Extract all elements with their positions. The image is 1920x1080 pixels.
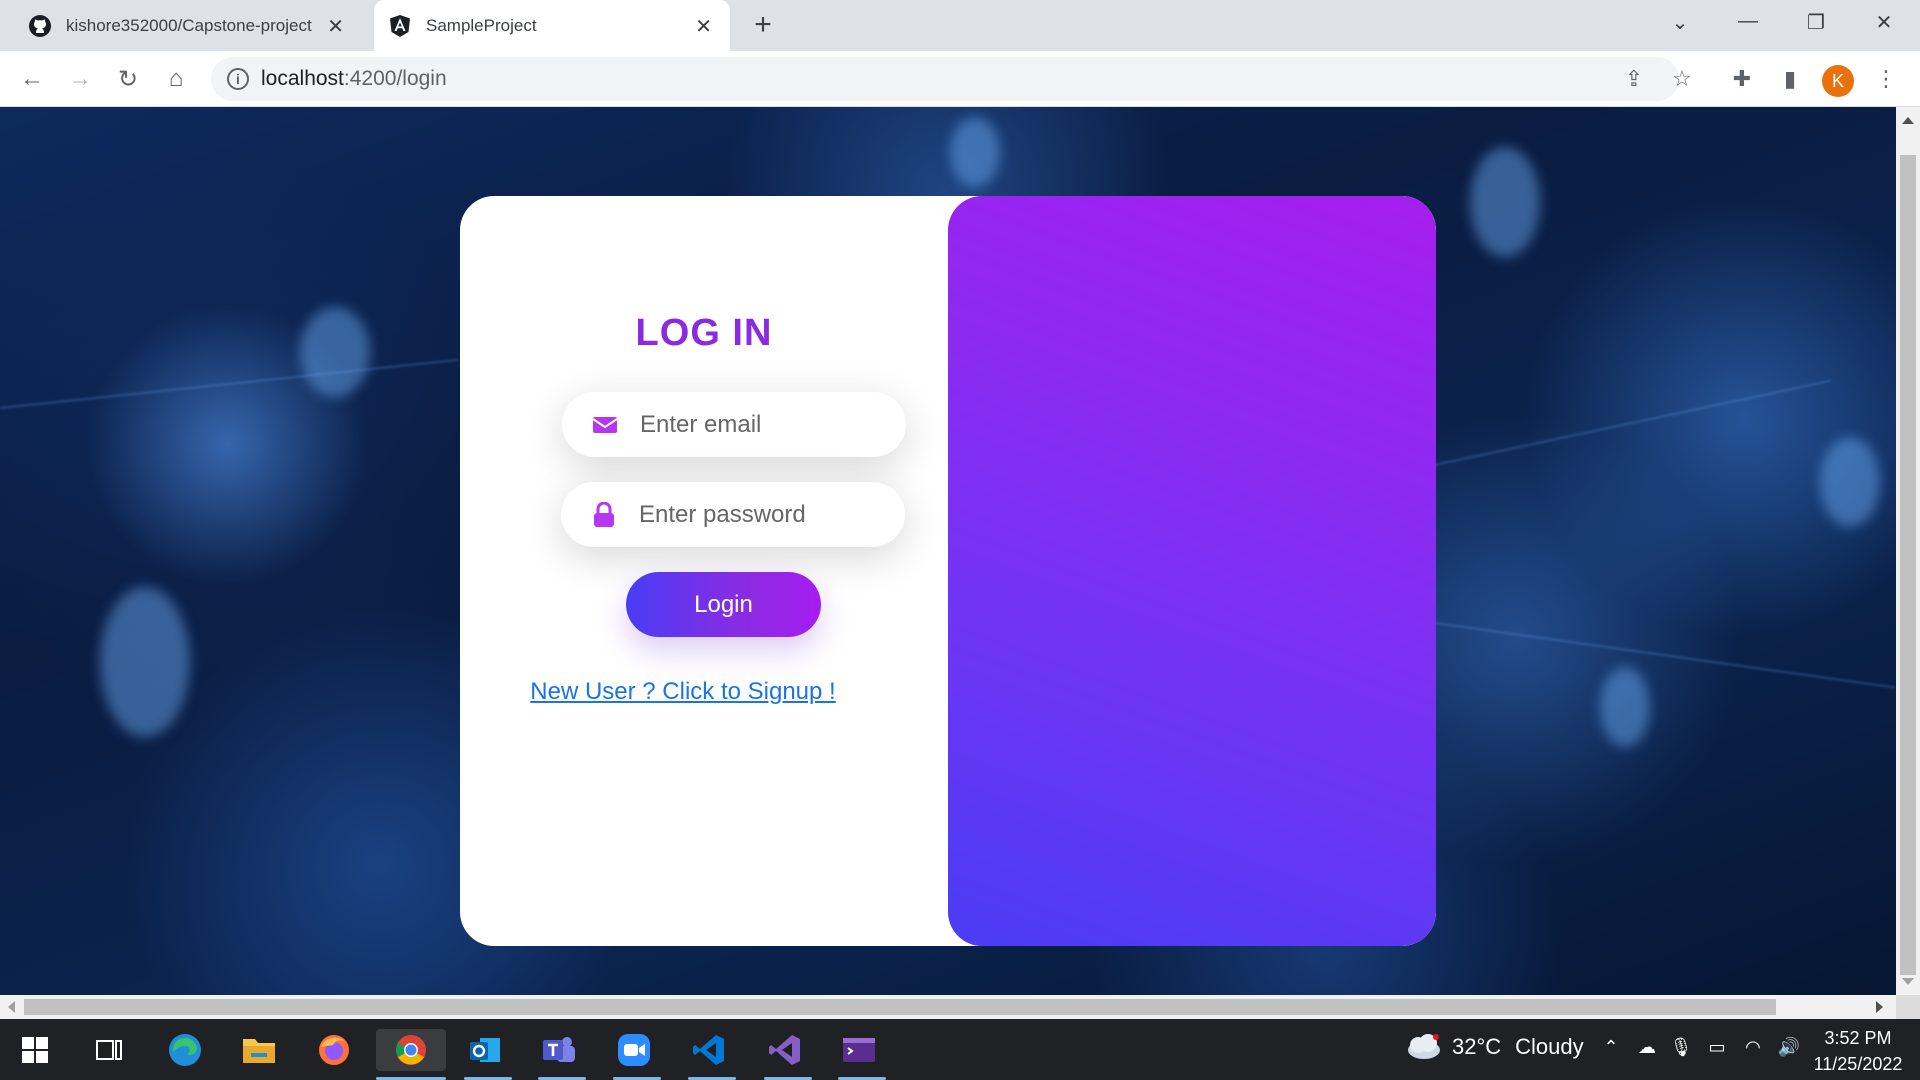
gradient-side-panel <box>948 196 1436 946</box>
home-icon[interactable]: ⌂ <box>160 63 192 95</box>
chevron-up-icon[interactable]: ⌃ <box>1598 1037 1624 1058</box>
weather-temp: 32°C <box>1452 1034 1502 1059</box>
clock-time: 3:52 PM <box>1824 1028 1892 1048</box>
vscode-icon[interactable] <box>688 1029 730 1071</box>
edge-icon[interactable] <box>164 1029 206 1071</box>
wifi-icon[interactable]: ◠ <box>1740 1037 1766 1058</box>
scroll-down-icon[interactable] <box>1902 978 1914 985</box>
page-viewport: LOG IN Enter email Enter password Login … <box>0 107 1896 995</box>
background-decoration <box>950 117 1000 187</box>
teams-icon[interactable] <box>538 1029 580 1071</box>
close-tab-icon[interactable]: ✕ <box>695 14 712 39</box>
browser-toolbar: ← → ↻ ⌂ i localhost:4200/login ⇪ ☆ ✚ ▮ K… <box>0 51 1920 107</box>
new-tab-icon[interactable]: + <box>748 10 778 40</box>
reload-icon[interactable]: ↻ <box>112 63 144 95</box>
minimize-icon[interactable]: — <box>1733 10 1763 33</box>
browser-window: kishore352000/Capstone-project ✕ SampleP… <box>0 0 1920 1080</box>
weather-desc: Cloudy <box>1515 1034 1584 1059</box>
vertical-scrollbar[interactable] <box>1896 107 1920 995</box>
lock-icon <box>591 501 617 528</box>
tab-title: SampleProject <box>426 15 537 35</box>
background-decoration <box>1820 437 1880 527</box>
volume-icon[interactable]: 🔊 <box>1776 1037 1802 1058</box>
password-field[interactable]: Enter password <box>561 482 905 547</box>
tab-title: kishore352000/Capstone-project <box>66 15 312 35</box>
login-card: LOG IN Enter email Enter password Login … <box>460 196 1436 946</box>
background-decoration <box>1420 379 1832 469</box>
site-info-icon[interactable]: i <box>227 68 249 90</box>
tab-search-icon[interactable]: ⌄ <box>1665 10 1695 35</box>
share-icon[interactable]: ⇪ <box>1618 63 1650 95</box>
microphone-icon[interactable]: 🎙 <box>1668 1037 1694 1058</box>
horizontal-scroll-thumb[interactable] <box>24 999 1776 1015</box>
password-placeholder: Enter password <box>639 500 806 528</box>
terminal-icon[interactable] <box>838 1029 880 1071</box>
scroll-up-icon[interactable] <box>1902 117 1914 124</box>
menu-kebab-icon[interactable]: ⋮ <box>1870 63 1902 95</box>
start-icon[interactable] <box>14 1029 56 1071</box>
github-icon <box>28 14 52 38</box>
tab-sampleproject[interactable]: SampleProject ✕ <box>374 0 730 51</box>
zoom-icon[interactable] <box>613 1029 655 1071</box>
signup-link[interactable]: New User ? Click to Signup ! <box>460 678 906 706</box>
email-field[interactable]: Enter email <box>562 392 906 457</box>
battery-icon[interactable]: ▭ <box>1704 1037 1730 1058</box>
windows-taskbar: 32°C Cloudy ⌃ ☁ 🎙 ▭ ◠ 🔊 3:52 PM 11/25/20… <box>0 1019 1920 1080</box>
file-explorer-icon[interactable] <box>238 1029 280 1071</box>
weather-widget[interactable]: 32°C Cloudy <box>1404 1033 1584 1061</box>
login-title: LOG IN <box>635 312 773 354</box>
angular-icon <box>388 14 412 38</box>
chrome-icon[interactable] <box>376 1029 446 1071</box>
envelope-icon <box>592 412 618 438</box>
background-decoration <box>100 587 190 737</box>
scroll-left-icon[interactable] <box>8 1001 15 1013</box>
scroll-right-icon[interactable] <box>1876 1001 1883 1013</box>
cloud-icon <box>1408 1034 1440 1059</box>
login-button[interactable]: Login <box>626 572 821 637</box>
tab-github[interactable]: kishore352000/Capstone-project ✕ <box>28 0 362 51</box>
profile-avatar[interactable]: K <box>1822 65 1854 97</box>
task-view-icon[interactable] <box>88 1029 130 1071</box>
background-decoration <box>1600 667 1650 747</box>
background-decoration <box>1470 147 1540 257</box>
outlook-icon[interactable] <box>464 1029 506 1071</box>
visual-studio-icon[interactable] <box>764 1029 806 1071</box>
forward-icon[interactable]: → <box>64 63 96 95</box>
bookmark-star-icon[interactable]: ☆ <box>1666 63 1698 95</box>
address-bar[interactable]: i localhost:4200/login <box>211 57 1679 101</box>
system-clock[interactable]: 3:52 PM 11/25/2022 <box>1808 1025 1908 1077</box>
close-tab-icon[interactable]: ✕ <box>327 14 344 39</box>
firefox-icon[interactable] <box>313 1029 355 1071</box>
extensions-icon[interactable]: ✚ <box>1726 63 1758 95</box>
url-text[interactable]: localhost:4200/login <box>261 67 447 91</box>
restore-icon[interactable]: ❐ <box>1801 10 1831 35</box>
background-decoration <box>1399 617 1896 689</box>
side-panel-icon[interactable]: ▮ <box>1774 63 1806 95</box>
horizontal-scrollbar[interactable] <box>0 995 1896 1019</box>
email-placeholder: Enter email <box>640 410 762 438</box>
onedrive-icon[interactable]: ☁ <box>1634 1037 1660 1058</box>
window-close-icon[interactable]: ✕ <box>1869 10 1899 35</box>
background-decoration <box>0 358 458 409</box>
scrollbar-corner <box>1896 995 1920 1019</box>
background-decoration <box>300 307 370 397</box>
clock-date: 11/25/2022 <box>1813 1054 1903 1074</box>
vertical-scroll-thumb[interactable] <box>1900 155 1916 975</box>
tab-strip: kishore352000/Capstone-project ✕ SampleP… <box>0 0 1920 51</box>
back-icon[interactable]: ← <box>16 63 48 95</box>
